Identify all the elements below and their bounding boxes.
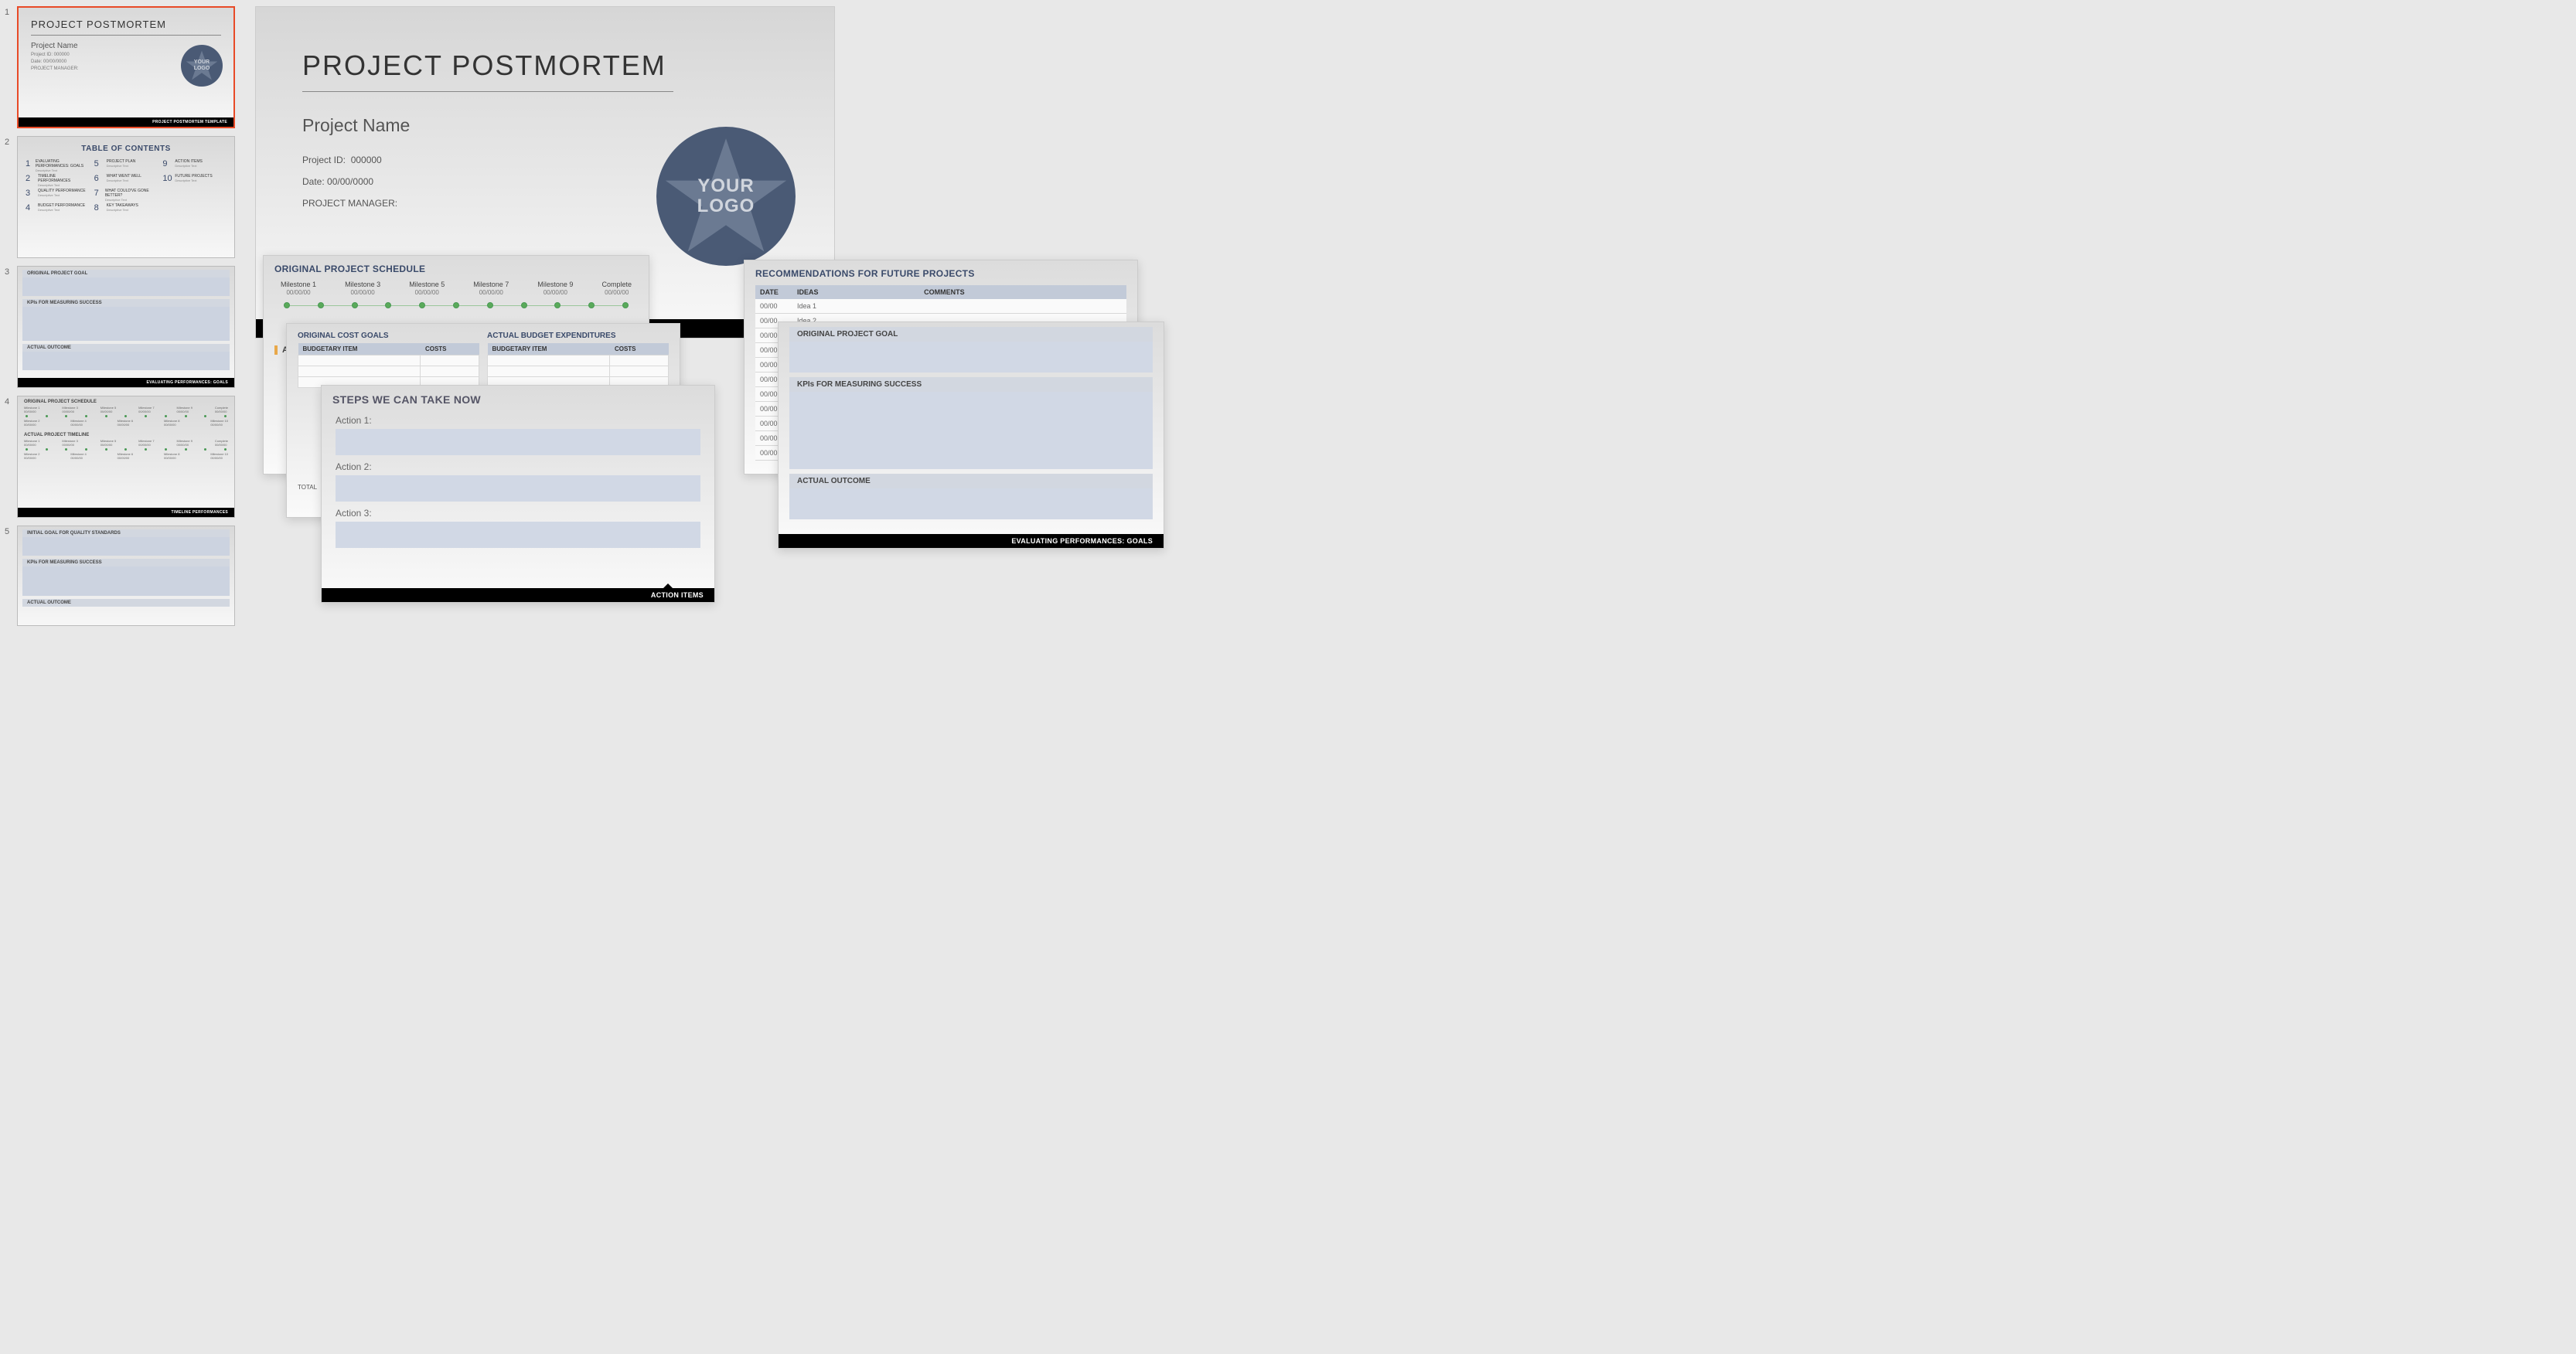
action-label: Action 2: <box>336 461 700 472</box>
thumb-number: 3 <box>5 266 17 277</box>
schedule-timeline <box>264 296 649 315</box>
actions-card[interactable]: STEPS WE CAN TAKE NOW Action 1: Action 2:… <box>321 385 715 603</box>
actual-cost-table: BUDGETARY ITEMCOSTS <box>487 343 669 388</box>
thumb-title: PROJECT POSTMORTEM <box>31 19 233 30</box>
original-cost-table: BUDGETARY ITEMCOSTS <box>298 343 479 388</box>
slide-thumbnail-3[interactable]: ORIGINAL PROJECT GOAL KPIs FOR MEASURING… <box>17 266 235 388</box>
title-rule <box>302 91 673 92</box>
goal-footer: EVALUATING PERFORMANCES: GOALS <box>779 534 1164 548</box>
actions-title: STEPS WE CAN TAKE NOW <box>322 386 714 412</box>
action-box <box>336 475 700 502</box>
goal-box <box>789 342 1153 373</box>
goal-card[interactable]: ORIGINAL PROJECT GOAL KPIs FOR MEASURING… <box>778 321 1164 549</box>
logo-badge: YOURLOGO <box>656 127 796 266</box>
thumb-number: 1 <box>5 6 17 17</box>
kpi-box <box>789 392 1153 469</box>
action-label: Action 1: <box>336 415 700 426</box>
toc-title: TABLE OF CONTENTS <box>18 145 234 153</box>
slide-canvas: PROJECT POSTMORTEM Project Name Project … <box>240 0 2576 1354</box>
action-box <box>336 522 700 548</box>
slide-thumbnails-panel: 1 PROJECT POSTMORTEM Project Name Projec… <box>0 0 240 1354</box>
schedule-title: ORIGINAL PROJECT SCHEDULE <box>264 256 649 281</box>
slide-thumbnail-5[interactable]: INITIAL GOAL FOR QUALITY STANDARDS KPIs … <box>17 526 235 626</box>
thumb-number: 5 <box>5 526 17 536</box>
action-label: Action 3: <box>336 508 700 519</box>
thumb-number: 4 <box>5 396 17 407</box>
action-box <box>336 429 700 455</box>
toc-grid: 1EVALUATING PERFORMANCES: GOALSDescripti… <box>18 159 234 213</box>
outcome-box <box>789 488 1153 519</box>
logo-badge: YOURLOGO <box>181 45 223 87</box>
slide-thumbnail-2[interactable]: TABLE OF CONTENTS 1EVALUATING PERFORMANC… <box>17 136 235 258</box>
thumb-rule <box>31 35 221 36</box>
actions-footer: ACTION ITEMS <box>322 588 714 602</box>
thumb-footer: PROJECT POSTMORTEM TEMPLATE <box>19 117 233 127</box>
slide-thumbnail-1[interactable]: PROJECT POSTMORTEM Project Name Project … <box>17 6 235 128</box>
schedule-milestones: Milestone 100/00/00Milestone 300/00/00Mi… <box>264 281 649 296</box>
recommendations-title: RECOMMENDATIONS FOR FUTURE PROJECTS <box>745 260 1137 285</box>
thumb-number: 2 <box>5 136 17 147</box>
slide-title: PROJECT POSTMORTEM <box>302 49 834 82</box>
slide-thumbnail-4[interactable]: ORIGINAL PROJECT SCHEDULE Milestone 100/… <box>17 396 235 518</box>
